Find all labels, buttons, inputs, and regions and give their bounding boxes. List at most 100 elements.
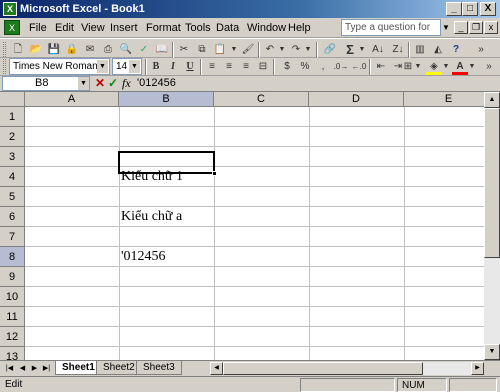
vertical-scroll-thumb[interactable]	[484, 108, 500, 258]
row-header-11[interactable]: 11	[0, 307, 25, 327]
select-all-button[interactable]	[0, 92, 25, 107]
row-header-4[interactable]: 4	[0, 167, 25, 187]
workbook-close-button[interactable]: x	[484, 21, 498, 34]
help-dropdown-icon[interactable]: ▼	[442, 23, 450, 32]
autosum-dropdown-icon[interactable]: ▼	[358, 42, 366, 58]
toolbar-grip[interactable]	[3, 42, 6, 57]
maximize-button[interactable]: □	[462, 2, 478, 16]
active-cell-border[interactable]	[118, 151, 217, 176]
paste-dropdown-icon[interactable]: ▼	[230, 42, 238, 58]
underline-button[interactable]: U	[182, 59, 198, 75]
comma-style-icon[interactable]: ,	[315, 59, 331, 75]
column-header-d[interactable]: D	[309, 92, 404, 107]
menu-view[interactable]: View	[81, 21, 105, 35]
scroll-up-icon[interactable]: ▲	[484, 92, 500, 108]
worksheet-grid[interactable]: A B C D E 1 2 3 4 5 6 7 8 9 10 11 12 13 …	[0, 92, 484, 360]
workbook-icon[interactable]: X	[4, 20, 20, 35]
column-header-c[interactable]: C	[214, 92, 309, 107]
column-header-e[interactable]: E	[404, 92, 484, 107]
row-header-1[interactable]: 1	[0, 107, 25, 127]
scroll-left-icon[interactable]: ◀	[210, 362, 223, 375]
new-icon[interactable]: 🗋	[10, 42, 26, 58]
print-preview-icon[interactable]: 🔍	[118, 42, 134, 58]
hyperlink-icon[interactable]: 🔗	[322, 42, 338, 58]
spelling-icon[interactable]: ✓	[136, 42, 152, 58]
menu-insert[interactable]: Insert	[110, 21, 138, 35]
minimize-button[interactable]: _	[446, 2, 462, 16]
row-header-8[interactable]: 8	[0, 247, 25, 267]
font-size-select[interactable]: 14 ▼	[112, 58, 142, 75]
chevron-down-icon[interactable]: ▼	[129, 60, 140, 73]
cancel-entry-button[interactable]: ✕	[95, 76, 105, 91]
format-painter-icon[interactable]: 🖌	[240, 42, 256, 58]
paste-icon[interactable]: 📋	[212, 42, 228, 58]
merge-center-icon[interactable]: ⊟	[255, 59, 271, 75]
first-sheet-icon[interactable]: |◀	[4, 362, 15, 375]
horizontal-scrollbar[interactable]: ◀ ▶	[210, 362, 484, 375]
toolbar-grip[interactable]	[3, 59, 6, 74]
column-header-b[interactable]: B	[119, 92, 214, 107]
font-name-select[interactable]: Times New Roman ▼	[9, 58, 110, 75]
row-header-3[interactable]: 3	[0, 147, 25, 167]
cut-icon[interactable]: ✂	[176, 42, 192, 58]
row-header-2[interactable]: 2	[0, 127, 25, 147]
save-icon[interactable]: 💾	[46, 42, 62, 58]
toolbar-options-icon[interactable]: »	[482, 59, 496, 75]
font-color-icon[interactable]: A	[452, 59, 468, 75]
permission-icon[interactable]: 🔒	[64, 42, 80, 58]
align-left-icon[interactable]: ≡	[204, 59, 220, 75]
redo-dropdown-icon[interactable]: ▼	[304, 42, 312, 58]
decrease-indent-icon[interactable]: ⇤	[373, 59, 389, 75]
row-header-13[interactable]: 13	[0, 347, 25, 360]
enter-button[interactable]: ✓	[108, 76, 118, 91]
sort-descending-icon[interactable]: Z↓	[390, 42, 406, 58]
fill-color-icon[interactable]: ◈	[426, 59, 442, 75]
font-color-dropdown-icon[interactable]: ▼	[468, 59, 476, 75]
chart-wizard-icon[interactable]: ▥	[412, 42, 428, 58]
drawing-icon[interactable]: ◭	[430, 42, 446, 58]
tab-sheet2[interactable]: Sheet2	[96, 361, 142, 375]
insert-function-button[interactable]: fx	[122, 76, 131, 91]
row-header-12[interactable]: 12	[0, 327, 25, 347]
row-header-6[interactable]: 6	[0, 207, 25, 227]
currency-button[interactable]: $	[279, 59, 295, 75]
undo-icon[interactable]: ↶	[262, 42, 278, 58]
chevron-down-icon[interactable]: ▼	[78, 77, 89, 90]
excel-app-icon[interactable]: X	[3, 2, 17, 16]
help-icon[interactable]: ?	[448, 42, 464, 58]
prev-sheet-icon[interactable]: ◀	[17, 362, 28, 375]
copy-icon[interactable]: ⧉	[194, 42, 210, 58]
menu-data[interactable]: Data	[216, 21, 239, 35]
menu-format[interactable]: Format	[146, 21, 181, 35]
sort-ascending-icon[interactable]: A↓	[370, 42, 386, 58]
cell-b6[interactable]: Kiểu chữ a	[119, 207, 182, 227]
menu-help[interactable]: Help	[288, 21, 311, 35]
fill-color-dropdown-icon[interactable]: ▼	[442, 59, 450, 75]
help-search-input[interactable]: Type a question for help	[341, 19, 441, 48]
close-button[interactable]: X	[480, 2, 496, 16]
borders-dropdown-icon[interactable]: ▼	[414, 59, 422, 75]
workbook-restore-button[interactable]: ❐	[469, 21, 483, 34]
undo-dropdown-icon[interactable]: ▼	[278, 42, 286, 58]
scroll-down-icon[interactable]: ▼	[484, 344, 500, 360]
menu-edit[interactable]: Edit	[55, 21, 74, 35]
row-header-5[interactable]: 5	[0, 187, 25, 207]
bold-button[interactable]: B	[148, 59, 164, 75]
redo-icon[interactable]: ↷	[288, 42, 304, 58]
toolbar-options-icon[interactable]: »	[474, 42, 488, 58]
tab-sheet1[interactable]: Sheet1	[55, 361, 102, 375]
tab-sheet3[interactable]: Sheet3	[136, 361, 182, 375]
row-header-7[interactable]: 7	[0, 227, 25, 247]
italic-button[interactable]: I	[165, 59, 181, 75]
menu-tools[interactable]: Tools	[185, 21, 211, 35]
research-icon[interactable]: 📖	[154, 42, 170, 58]
workbook-minimize-button[interactable]: _	[454, 21, 468, 34]
fill-handle[interactable]	[212, 171, 217, 176]
column-header-a[interactable]: A	[25, 92, 119, 107]
name-box[interactable]: B8 ▼	[2, 76, 90, 91]
decrease-decimal-icon[interactable]: ←.0	[351, 59, 367, 75]
print-icon[interactable]: ⎙	[100, 42, 116, 58]
email-icon[interactable]: ✉	[82, 42, 98, 58]
align-right-icon[interactable]: ≡	[238, 59, 254, 75]
cell-b8[interactable]: '012456	[119, 247, 166, 267]
